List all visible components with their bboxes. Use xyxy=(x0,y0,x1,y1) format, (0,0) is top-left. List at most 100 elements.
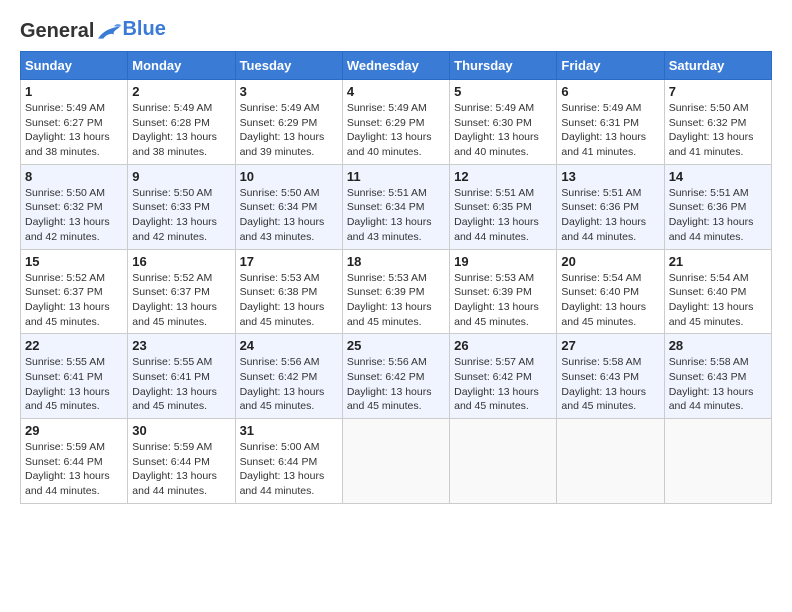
calendar-cell: 7 Sunrise: 5:50 AMSunset: 6:32 PMDaylight… xyxy=(664,80,771,165)
day-number: 9 xyxy=(132,169,230,184)
day-info: Sunrise: 5:51 AMSunset: 6:36 PMDaylight:… xyxy=(561,186,659,245)
calendar-header-saturday: Saturday xyxy=(664,52,771,80)
day-number: 29 xyxy=(25,423,123,438)
day-number: 1 xyxy=(25,84,123,99)
day-number: 31 xyxy=(240,423,338,438)
calendar-cell: 24 Sunrise: 5:56 AMSunset: 6:42 PMDayligh… xyxy=(235,334,342,419)
day-number: 20 xyxy=(561,254,659,269)
calendar-cell: 27 Sunrise: 5:58 AMSunset: 6:43 PMDayligh… xyxy=(557,334,664,419)
calendar-cell xyxy=(664,419,771,504)
day-info: Sunrise: 5:55 AMSunset: 6:41 PMDaylight:… xyxy=(25,355,123,414)
day-info: Sunrise: 5:50 AMSunset: 6:32 PMDaylight:… xyxy=(669,101,767,160)
calendar-cell: 1 Sunrise: 5:49 AMSunset: 6:27 PMDaylight… xyxy=(21,80,128,165)
day-number: 28 xyxy=(669,338,767,353)
calendar-cell: 16 Sunrise: 5:52 AMSunset: 6:37 PMDayligh… xyxy=(128,249,235,334)
logo-bird-icon xyxy=(96,22,122,42)
day-number: 26 xyxy=(454,338,552,353)
day-info: Sunrise: 5:54 AMSunset: 6:40 PMDaylight:… xyxy=(669,271,767,330)
calendar-cell xyxy=(342,419,449,504)
calendar-header-wednesday: Wednesday xyxy=(342,52,449,80)
calendar-week-row: 1 Sunrise: 5:49 AMSunset: 6:27 PMDaylight… xyxy=(21,80,772,165)
day-info: Sunrise: 5:52 AMSunset: 6:37 PMDaylight:… xyxy=(132,271,230,330)
calendar-cell: 5Sunrise: 5:49 AMSunset: 6:30 PMDaylight… xyxy=(450,80,557,165)
calendar-cell: 13 Sunrise: 5:51 AMSunset: 6:36 PMDayligh… xyxy=(557,164,664,249)
day-info: Sunrise: 5:50 AMSunset: 6:33 PMDaylight:… xyxy=(132,186,230,245)
calendar-cell: 6 Sunrise: 5:49 AMSunset: 6:31 PMDaylight… xyxy=(557,80,664,165)
day-info: Sunrise: 5:50 AMSunset: 6:32 PMDaylight:… xyxy=(25,186,123,245)
day-number: 30 xyxy=(132,423,230,438)
day-info: Sunrise: 5:49 AMSunset: 6:29 PMDaylight:… xyxy=(347,101,445,160)
day-info: Sunrise: 5:55 AMSunset: 6:41 PMDaylight:… xyxy=(132,355,230,414)
calendar-cell: 25 Sunrise: 5:56 AMSunset: 6:42 PMDayligh… xyxy=(342,334,449,419)
calendar-cell xyxy=(450,419,557,504)
calendar-cell: 22 Sunrise: 5:55 AMSunset: 6:41 PMDayligh… xyxy=(21,334,128,419)
day-number: 7 xyxy=(669,84,767,99)
day-info: Sunrise: 5:51 AMSunset: 6:34 PMDaylight:… xyxy=(347,186,445,245)
day-number: 12 xyxy=(454,169,552,184)
day-number: 8 xyxy=(25,169,123,184)
day-number: 3 xyxy=(240,84,338,99)
day-number: 14 xyxy=(669,169,767,184)
day-number: 6 xyxy=(561,84,659,99)
calendar-cell: 4 Sunrise: 5:49 AMSunset: 6:29 PMDaylight… xyxy=(342,80,449,165)
calendar-cell: 29 Sunrise: 5:59 AMSunset: 6:44 PMDayligh… xyxy=(21,419,128,504)
calendar-cell: 10 Sunrise: 5:50 AMSunset: 6:34 PMDayligh… xyxy=(235,164,342,249)
day-number: 23 xyxy=(132,338,230,353)
calendar-cell: 11 Sunrise: 5:51 AMSunset: 6:34 PMDayligh… xyxy=(342,164,449,249)
logo-general-text: General xyxy=(20,20,94,43)
day-info: Sunrise: 5:00 AMSunset: 6:44 PMDaylight:… xyxy=(240,440,338,499)
day-number: 25 xyxy=(347,338,445,353)
day-info: Sunrise: 5:54 AMSunset: 6:40 PMDaylight:… xyxy=(561,271,659,330)
calendar-cell: 9 Sunrise: 5:50 AMSunset: 6:33 PMDaylight… xyxy=(128,164,235,249)
calendar-header-friday: Friday xyxy=(557,52,664,80)
calendar-header-tuesday: Tuesday xyxy=(235,52,342,80)
day-number: 10 xyxy=(240,169,338,184)
day-info: Sunrise: 5:58 AMSunset: 6:43 PMDaylight:… xyxy=(561,355,659,414)
day-info: Sunrise: 5:56 AMSunset: 6:42 PMDaylight:… xyxy=(240,355,338,414)
calendar-header-monday: Monday xyxy=(128,52,235,80)
calendar-cell: 28Sunrise: 5:58 AMSunset: 6:43 PMDayligh… xyxy=(664,334,771,419)
logo: General Blue xyxy=(20,20,166,43)
calendar-header-thursday: Thursday xyxy=(450,52,557,80)
day-info: Sunrise: 5:49 AMSunset: 6:29 PMDaylight:… xyxy=(240,101,338,160)
calendar-cell: 21 Sunrise: 5:54 AMSunset: 6:40 PMDayligh… xyxy=(664,249,771,334)
logo-blue-text: Blue xyxy=(122,18,165,41)
day-number: 16 xyxy=(132,254,230,269)
calendar-cell: 17Sunrise: 5:53 AMSunset: 6:38 PMDayligh… xyxy=(235,249,342,334)
day-info: Sunrise: 5:57 AMSunset: 6:42 PMDaylight:… xyxy=(454,355,552,414)
calendar-cell: 31 Sunrise: 5:00 AMSunset: 6:44 PMDayligh… xyxy=(235,419,342,504)
calendar-table: SundayMondayTuesdayWednesdayThursdayFrid… xyxy=(20,51,772,504)
calendar-cell: 15Sunrise: 5:52 AMSunset: 6:37 PMDayligh… xyxy=(21,249,128,334)
calendar-cell: 3 Sunrise: 5:49 AMSunset: 6:29 PMDaylight… xyxy=(235,80,342,165)
calendar-week-row: 29 Sunrise: 5:59 AMSunset: 6:44 PMDayligh… xyxy=(21,419,772,504)
day-info: Sunrise: 5:49 AMSunset: 6:31 PMDaylight:… xyxy=(561,101,659,160)
day-number: 11 xyxy=(347,169,445,184)
calendar-cell: 20 Sunrise: 5:54 AMSunset: 6:40 PMDayligh… xyxy=(557,249,664,334)
calendar-header-row: SundayMondayTuesdayWednesdayThursdayFrid… xyxy=(21,52,772,80)
calendar-header-sunday: Sunday xyxy=(21,52,128,80)
calendar-week-row: 22 Sunrise: 5:55 AMSunset: 6:41 PMDayligh… xyxy=(21,334,772,419)
day-info: Sunrise: 5:52 AMSunset: 6:37 PMDaylight:… xyxy=(25,271,123,330)
day-number: 24 xyxy=(240,338,338,353)
calendar-cell: 2Sunrise: 5:49 AMSunset: 6:28 PMDaylight… xyxy=(128,80,235,165)
day-number: 13 xyxy=(561,169,659,184)
day-info: Sunrise: 5:49 AMSunset: 6:27 PMDaylight:… xyxy=(25,101,123,160)
day-number: 17 xyxy=(240,254,338,269)
day-number: 27 xyxy=(561,338,659,353)
day-number: 22 xyxy=(25,338,123,353)
calendar-cell: 19Sunrise: 5:53 AMSunset: 6:39 PMDayligh… xyxy=(450,249,557,334)
day-info: Sunrise: 5:50 AMSunset: 6:34 PMDaylight:… xyxy=(240,186,338,245)
calendar-cell: 30 Sunrise: 5:59 AMSunset: 6:44 PMDayligh… xyxy=(128,419,235,504)
day-info: Sunrise: 5:53 AMSunset: 6:39 PMDaylight:… xyxy=(454,271,552,330)
day-info: Sunrise: 5:56 AMSunset: 6:42 PMDaylight:… xyxy=(347,355,445,414)
day-info: Sunrise: 5:49 AMSunset: 6:30 PMDaylight:… xyxy=(454,101,552,160)
calendar-cell: 14Sunrise: 5:51 AMSunset: 6:36 PMDayligh… xyxy=(664,164,771,249)
day-number: 21 xyxy=(669,254,767,269)
calendar-cell: 26 Sunrise: 5:57 AMSunset: 6:42 PMDayligh… xyxy=(450,334,557,419)
day-number: 2 xyxy=(132,84,230,99)
day-info: Sunrise: 5:59 AMSunset: 6:44 PMDaylight:… xyxy=(25,440,123,499)
calendar-week-row: 15Sunrise: 5:52 AMSunset: 6:37 PMDayligh… xyxy=(21,249,772,334)
calendar-cell: 18Sunrise: 5:53 AMSunset: 6:39 PMDayligh… xyxy=(342,249,449,334)
day-info: Sunrise: 5:59 AMSunset: 6:44 PMDaylight:… xyxy=(132,440,230,499)
day-number: 4 xyxy=(347,84,445,99)
